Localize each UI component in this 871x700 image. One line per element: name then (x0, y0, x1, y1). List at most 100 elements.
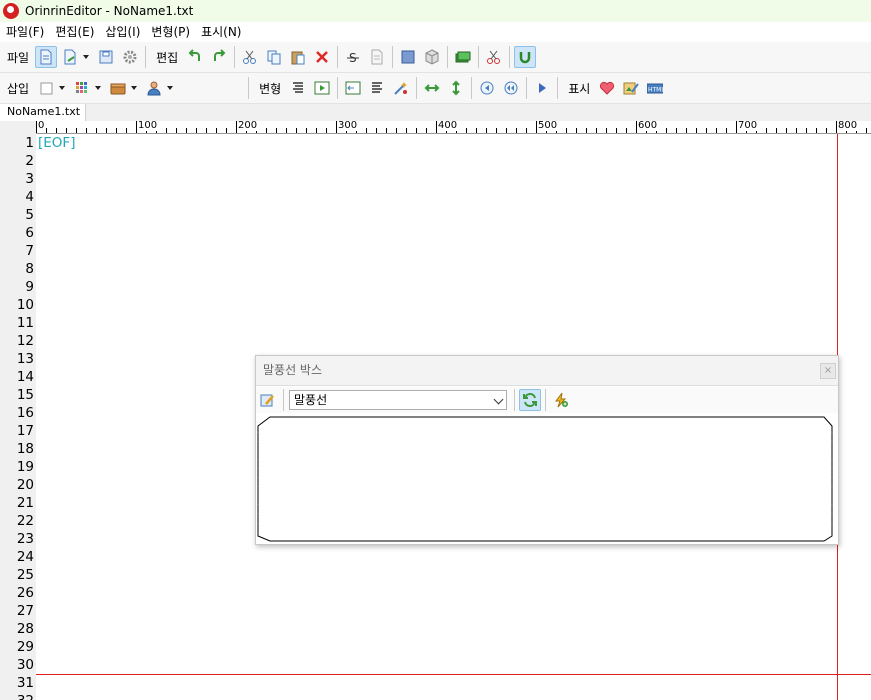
add-balloon-button[interactable] (550, 389, 572, 411)
menu-view[interactable]: 표시(N) (195, 22, 246, 42)
edit-image-button[interactable] (620, 77, 642, 99)
panel-title-bar[interactable]: 말풍선 박스 × (256, 356, 838, 386)
line-number: 9 (25, 279, 34, 295)
unicode-toggle-button[interactable] (514, 46, 537, 68)
align-right-button[interactable] (287, 77, 309, 99)
new-file-button[interactable] (35, 46, 58, 68)
previous-button[interactable] (476, 77, 498, 99)
undo-button[interactable] (184, 46, 206, 68)
insert-user-button[interactable] (143, 77, 165, 99)
line-number: 15 (16, 387, 34, 403)
line-number: 28 (16, 621, 34, 637)
toolbar-separator (545, 389, 546, 411)
paste-button[interactable] (287, 46, 309, 68)
horizontal-resize-button[interactable] (421, 77, 443, 99)
play-button[interactable] (531, 77, 553, 99)
line-number-gutter: 1 2 3 4 5 6 7 8 9 10 11 12 13 14 15 16 17 18 19 20 21 22 23 24 2… (0, 134, 36, 700)
line-number: 26 (16, 585, 34, 601)
refresh-button[interactable] (519, 389, 541, 411)
toolbar-separator (509, 46, 511, 68)
insert-box-dropdown[interactable] (130, 77, 138, 99)
insert-user-dropdown[interactable] (166, 77, 174, 99)
horizontal-ruler: 0 100 200 300 400 500 600 700 800 (36, 121, 871, 134)
save-file-icon (99, 50, 113, 64)
new-file-icon (40, 49, 52, 65)
strikethrough-button[interactable]: S (342, 46, 364, 68)
balloon-style-select[interactable]: 말풍선 (289, 390, 507, 410)
ruler-corner (0, 121, 36, 134)
favorite-button[interactable] (596, 77, 618, 99)
delete-button[interactable] (311, 46, 333, 68)
document-tab-strip: NoName1.txt (0, 104, 871, 121)
insert-template-dropdown[interactable] (94, 77, 102, 99)
line-number: 8 (25, 261, 34, 277)
ruler-label: 600 (638, 121, 659, 131)
ruler-label: 300 (338, 121, 359, 131)
line-number: 32 (0, 692, 34, 700)
window-title: OrinrinEditor - NoName1.txt (25, 4, 194, 18)
toolbar-separator (337, 46, 339, 68)
align-left-button[interactable] (366, 77, 388, 99)
insert-page-button[interactable] (35, 77, 57, 99)
line-number: 23 (16, 531, 34, 547)
copy-button[interactable] (263, 46, 285, 68)
settings-button[interactable] (119, 46, 141, 68)
edit-balloon-button[interactable] (257, 389, 279, 411)
ruler-label: 700 (738, 121, 759, 131)
layer-button[interactable] (452, 46, 474, 68)
open-file-dropdown[interactable] (82, 46, 90, 68)
insert-template-button[interactable] (71, 77, 93, 99)
line-number: 4 (25, 189, 34, 205)
insert-page-dropdown[interactable] (58, 77, 66, 99)
balloon-box-panel: 말풍선 박스 × 말풍선 (255, 355, 839, 545)
line-number: 3 (25, 171, 34, 187)
magic-transform-button[interactable] (390, 77, 412, 99)
chevron-down-icon (493, 394, 504, 405)
html-export-button[interactable]: HTML (644, 77, 666, 99)
line-number: 14 (16, 369, 34, 385)
menu-edit[interactable]: 편집(E) (49, 22, 99, 42)
cube-button[interactable] (421, 46, 443, 68)
gear-icon (123, 50, 137, 64)
lightning-add-icon (555, 392, 568, 408)
file-toolbar-label: 파일 (7, 50, 30, 65)
balloon-preview (257, 416, 833, 542)
menu-transform[interactable]: 변형(P) (145, 22, 195, 42)
trim-button[interactable] (483, 46, 505, 68)
panel-close-button[interactable]: × (820, 363, 836, 379)
play-frame-button[interactable] (311, 77, 333, 99)
cut-button[interactable] (239, 46, 261, 68)
orinrin-logo-icon (3, 3, 19, 19)
line-number: 12 (16, 333, 34, 349)
line-number: 2 (25, 153, 34, 169)
undo-icon (188, 49, 201, 61)
frame-left-button[interactable] (342, 77, 364, 99)
toolbar-separator (447, 46, 449, 68)
save-file-button[interactable] (95, 46, 117, 68)
page-button[interactable] (366, 46, 388, 68)
frame-play-icon (314, 81, 330, 95)
document-tab[interactable]: NoName1.txt (0, 104, 87, 121)
fill-box-button[interactable] (397, 46, 419, 68)
line-number: 1 (25, 135, 34, 151)
color-grid-icon (76, 82, 88, 93)
heart-icon (600, 81, 615, 95)
open-file-button[interactable] (59, 46, 81, 68)
toolbar-separator (337, 77, 339, 99)
ruler-label: 0 (38, 121, 46, 131)
insert-box-button[interactable] (107, 77, 129, 99)
redo-button[interactable] (208, 46, 230, 68)
scissors-red-icon (487, 50, 501, 64)
ruler-label: 400 (438, 121, 459, 131)
magic-icon (394, 82, 408, 95)
image-edit-icon (623, 82, 640, 95)
toolbar-separator (392, 46, 394, 68)
line-number: 10 (16, 297, 34, 313)
rewind-button[interactable] (500, 77, 522, 99)
line-number: 27 (16, 603, 34, 619)
toolbar-row-2: 삽입 변형 표시 HTM (0, 73, 871, 104)
blank-page-icon (40, 82, 53, 95)
menu-file[interactable]: 파일(F) (0, 22, 49, 42)
menu-insert[interactable]: 삽입(I) (99, 22, 145, 42)
vertical-resize-button[interactable] (445, 77, 467, 99)
